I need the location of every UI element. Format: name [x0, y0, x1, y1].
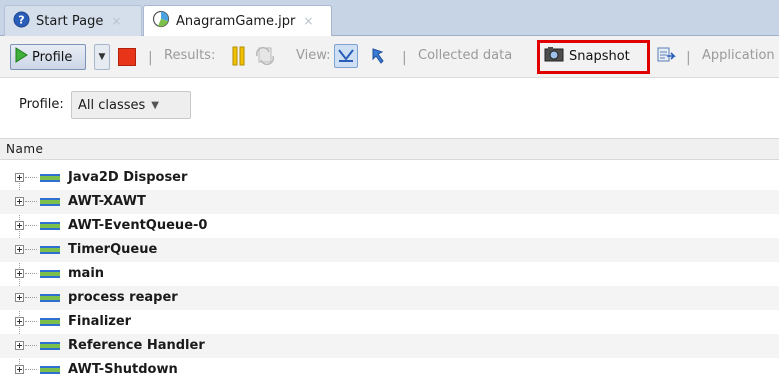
svg-text:?: ? [18, 13, 24, 26]
help-icon: ? [13, 11, 30, 32]
tree-connector [25, 297, 37, 298]
close-icon[interactable]: × [303, 14, 313, 28]
chevron-down-icon: ▼ [98, 52, 106, 62]
save-snapshot-icon[interactable] [656, 45, 676, 65]
tree-connector [25, 249, 37, 250]
pause-icon[interactable] [232, 46, 246, 66]
profile-combobox[interactable]: All classes ▼ [71, 91, 191, 119]
tree-connector [25, 369, 37, 370]
table-header: Name [0, 138, 779, 160]
table-row[interactable]: AWT-XAWT [0, 190, 779, 214]
thread-tree: Java2D Disposer AWT-XAWT AWT-EventQueue-0 T… [0, 166, 779, 379]
table-row[interactable]: process reaper [0, 286, 779, 310]
play-icon [13, 47, 29, 67]
collected-data-label: Collected data [418, 48, 513, 63]
thread-name: main [68, 266, 105, 281]
expand-icon[interactable] [15, 293, 24, 302]
expand-icon[interactable] [15, 341, 24, 350]
profile-combobox-value: All classes [78, 97, 146, 113]
application-label: Application [702, 48, 775, 63]
arrow-icon[interactable] [370, 46, 390, 66]
tab-anagramgame-label: AnagramGame.jpr [176, 13, 296, 29]
tree-connector [25, 201, 37, 202]
expand-icon[interactable] [15, 173, 24, 182]
expand-icon[interactable] [15, 245, 24, 254]
profile-button-label: Profile [32, 49, 73, 65]
editor-tab-bar: ? Start Page × AnagramGame.jpr × [0, 0, 779, 36]
table-row[interactable]: main [0, 262, 779, 286]
thread-icon [40, 246, 60, 254]
column-header-name[interactable]: Name [6, 142, 43, 156]
results-label: Results: [164, 48, 216, 63]
profile-label: Profile: [19, 97, 64, 112]
tab-start-page-label: Start Page [36, 13, 104, 29]
thread-name: Reference Handler [68, 338, 205, 353]
profile-button[interactable]: Profile [10, 44, 86, 70]
thread-icon [40, 366, 60, 374]
thread-icon [40, 198, 60, 206]
threads-view-icon[interactable] [334, 44, 358, 68]
thread-icon [40, 270, 60, 278]
tree-connector [25, 321, 37, 322]
profiler-icon [152, 10, 170, 32]
thread-name: AWT-EventQueue-0 [68, 218, 208, 233]
thread-icon [40, 174, 60, 182]
tab-start-page[interactable]: ? Start Page × [4, 5, 142, 36]
thread-name: Java2D Disposer [68, 170, 188, 185]
view-label: View: [296, 48, 331, 63]
profile-dropdown-button[interactable]: ▼ [94, 44, 110, 70]
toolbar-separator: | [686, 50, 691, 66]
tab-anagramgame[interactable]: AnagramGame.jpr × [143, 5, 332, 36]
reset-results-icon[interactable] [254, 46, 276, 66]
thread-name: AWT-Shutdown [68, 362, 178, 377]
table-row[interactable]: Java2D Disposer [0, 166, 779, 190]
table-row[interactable]: TimerQueue [0, 238, 779, 262]
expand-icon[interactable] [15, 365, 24, 374]
thread-icon [40, 342, 60, 350]
thread-name: process reaper [68, 290, 178, 305]
thread-name: AWT-XAWT [68, 194, 146, 209]
tree-connector [25, 273, 37, 274]
thread-icon [40, 318, 60, 326]
profiler-toolbar: Profile ▼ | Results: View: | Collected d… [0, 36, 779, 78]
expand-icon[interactable] [15, 197, 24, 206]
toolbar-separator: | [402, 50, 407, 66]
stop-button[interactable] [118, 48, 136, 66]
thread-name: Finalizer [68, 314, 132, 329]
chevron-down-icon: ▼ [151, 99, 159, 111]
expand-icon[interactable] [15, 269, 24, 278]
table-row[interactable]: Reference Handler [0, 334, 779, 358]
table-row[interactable]: AWT-Shutdown [0, 358, 779, 379]
toolbar-separator: | [148, 50, 153, 66]
tree-connector [25, 177, 37, 178]
expand-icon[interactable] [15, 317, 24, 326]
expand-icon[interactable] [15, 221, 24, 230]
profile-selector-row: Profile: All classes ▼ [0, 80, 779, 130]
table-row[interactable]: AWT-EventQueue-0 [0, 214, 779, 238]
tree-connector [25, 225, 37, 226]
highlight-box [537, 40, 650, 74]
thread-icon [40, 222, 60, 230]
thread-icon [40, 294, 60, 302]
table-row[interactable]: Finalizer [0, 310, 779, 334]
tree-connector [25, 345, 37, 346]
close-icon[interactable]: × [111, 14, 121, 28]
thread-name: TimerQueue [68, 242, 158, 257]
